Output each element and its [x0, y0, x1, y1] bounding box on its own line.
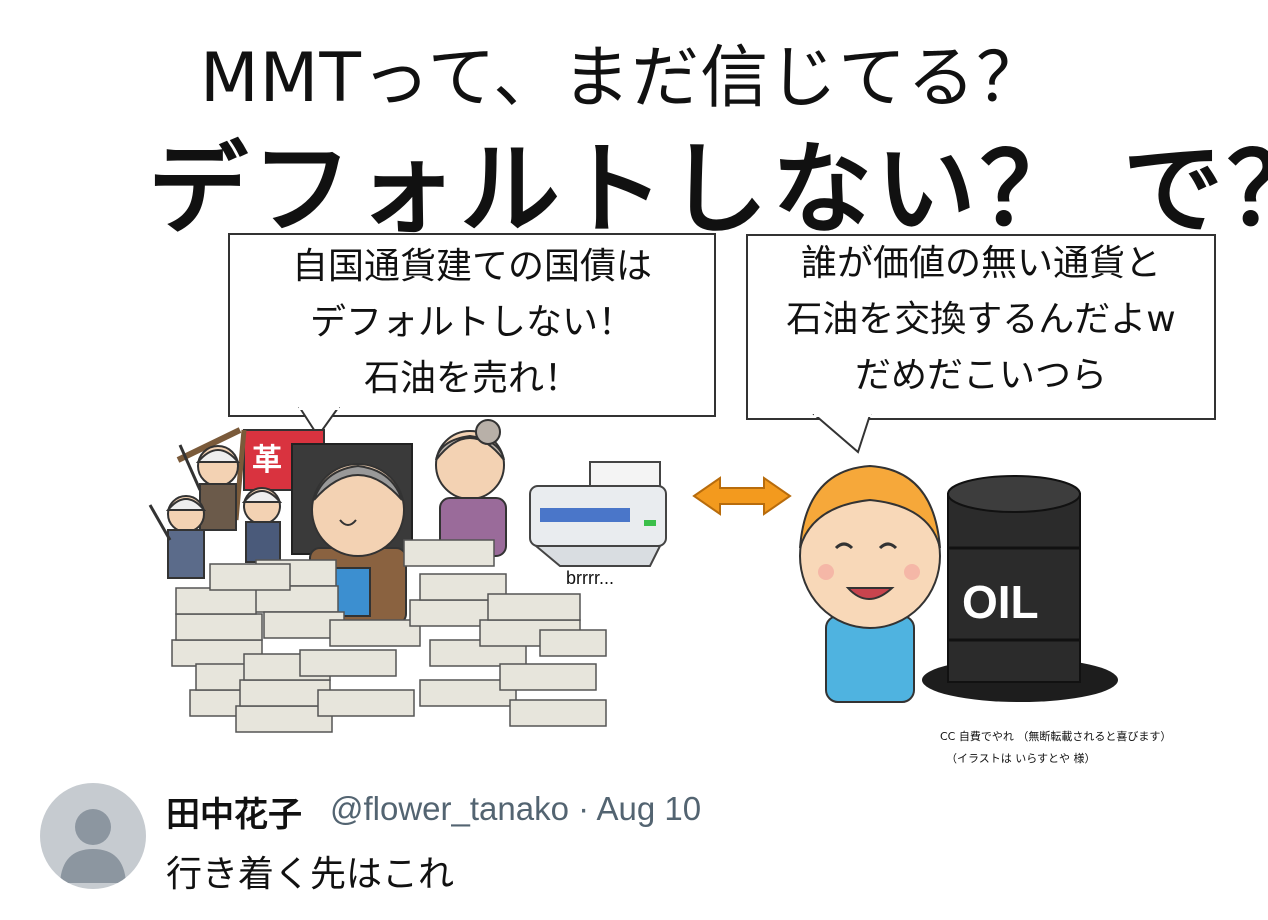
young-man — [799, 464, 941, 703]
avatar[interactable] — [40, 783, 146, 889]
oil-label: OIL — [962, 576, 1039, 628]
printer — [529, 461, 667, 567]
illustration-credit-source: （イラストは いらすとや 様） — [946, 752, 1096, 765]
display-name[interactable]: 田中花子 — [166, 787, 302, 836]
bubble-right-tail — [812, 414, 872, 454]
handle-and-date[interactable]: @flower_tanako · Aug 10 — [330, 790, 701, 828]
old-woman — [435, 419, 507, 557]
tweet-text: 行き着く先はこれ — [166, 854, 455, 895]
exchange-arrow-icon — [692, 476, 792, 516]
printer-sound-text: brrrr... — [566, 568, 614, 588]
flag-text: 革 — [252, 443, 282, 478]
illustration-credit: CC 自費でやれ （無断転載されると喜びます） — [940, 730, 1172, 743]
meme-illustration: 革 brrrr... OIL — [148, 406, 1118, 733]
default-avatar-icon — [60, 809, 126, 883]
